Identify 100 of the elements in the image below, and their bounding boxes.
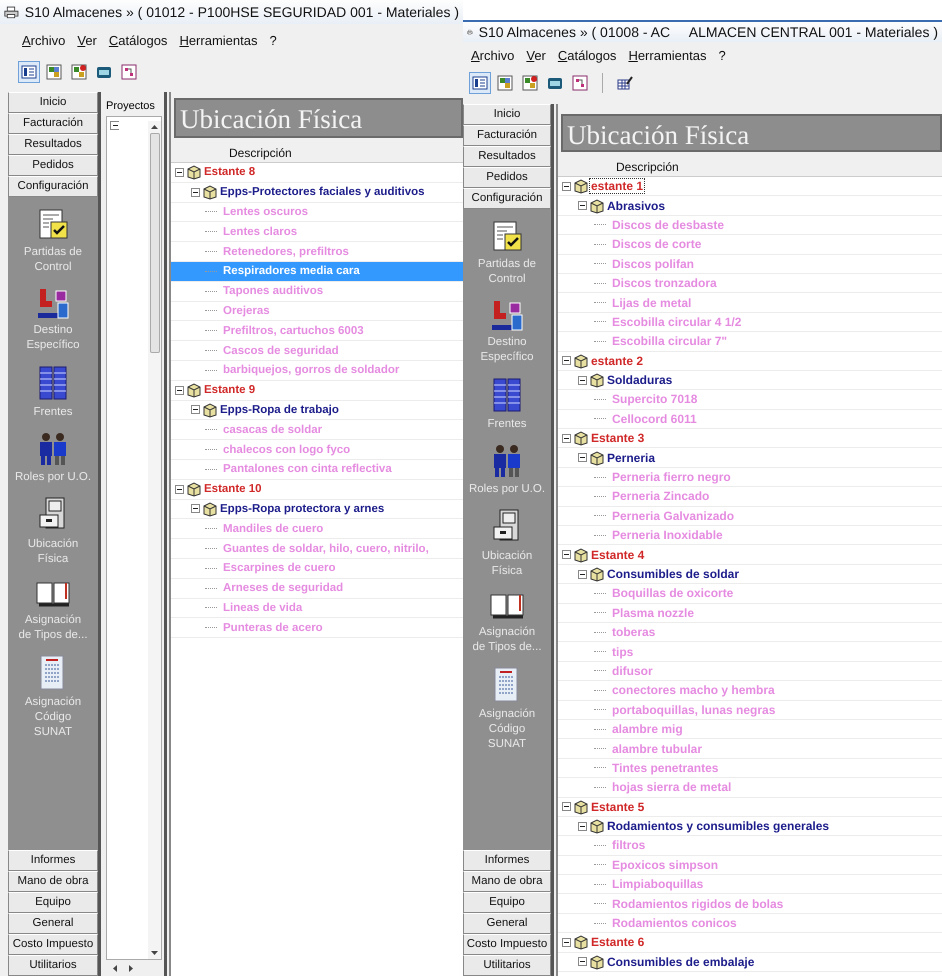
nav-item-label[interactable]: Destino Específico	[480, 335, 534, 365]
nav-button[interactable]: Costo Impuesto	[463, 934, 551, 955]
nav-button[interactable]: Utilitarios	[8, 955, 98, 976]
tree-item[interactable]: alambre tubular	[558, 739, 942, 759]
tree-item[interactable]: portaboquillas, lunas negras	[558, 700, 942, 720]
nav-button[interactable]: Facturación	[8, 113, 98, 134]
shelf-label[interactable]: Estante 8	[203, 166, 256, 178]
nav-button[interactable]: Informes	[463, 850, 551, 871]
collapse-icon[interactable]	[562, 182, 571, 191]
collapse-icon[interactable]	[191, 405, 200, 414]
tree-item[interactable]: Lijas de metal	[558, 293, 942, 313]
menu-item[interactable]: Archivo	[471, 48, 514, 62]
tree-item[interactable]: alambre mig	[558, 720, 942, 740]
tree-item[interactable]: Prefiltros, cartuchos 6003	[171, 321, 463, 342]
nav-item-label[interactable]: Asignación Código SUNAT	[24, 695, 82, 740]
tree-item[interactable]: hojas sierra de metal	[558, 778, 942, 798]
clipboard-check-icon[interactable]	[38, 209, 68, 241]
collapse-icon[interactable]	[110, 121, 119, 130]
collapse-icon[interactable]	[578, 201, 587, 210]
nav-item-label[interactable]: Asignación de Tipos de...	[472, 625, 542, 655]
collapse-icon[interactable]	[578, 376, 587, 385]
tree-item[interactable]: Lentes claros	[171, 222, 463, 242]
tree-item[interactable]: conectores macho y hembra	[558, 681, 942, 701]
nav-item-label[interactable]: Ubicación Física	[482, 549, 532, 579]
nav-button[interactable]: Pedidos	[463, 167, 551, 188]
collapse-icon[interactable]	[562, 550, 571, 560]
menu-item[interactable]: Herramientas	[628, 48, 706, 62]
menu-item[interactable]: Herramientas	[179, 32, 258, 48]
nav-button[interactable]: Equipo	[463, 892, 551, 913]
tree-item[interactable]: Discos tronzadora	[558, 274, 942, 294]
nav-button[interactable]: Mano de obra	[8, 871, 98, 892]
category-label[interactable]: Perneria	[606, 450, 656, 465]
menu-item[interactable]: Archivo	[22, 32, 66, 48]
tree-item[interactable]: Limpiaboquillas	[558, 875, 942, 894]
tree-item[interactable]: tips	[558, 642, 942, 662]
tree-item[interactable]: chalecos con logo fyco	[171, 440, 463, 460]
tree-item[interactable]: Discos polifan	[558, 254, 942, 274]
tree-item[interactable]: Respiradores media cara	[171, 262, 463, 282]
nav-item-label[interactable]: Frentes	[488, 417, 526, 432]
toolbar-button[interactable]	[469, 72, 491, 94]
tree-item[interactable]: Pantalones con cinta reflectiva	[171, 460, 463, 480]
toolbar-button[interactable]	[18, 61, 40, 83]
tree-item[interactable]: Rodamientos conicos	[558, 914, 942, 934]
shelf-label[interactable]: Estante 5	[590, 800, 646, 814]
tree-item[interactable]: casacas de soldar	[171, 420, 463, 440]
tree-item[interactable]: Rodamientos rigidos de bolas	[558, 894, 942, 914]
category-label[interactable]: Rodamientos y consumibles generales	[606, 819, 830, 834]
shelf-label[interactable]: Estante 10	[203, 483, 263, 496]
menu-item[interactable]: Ver	[526, 48, 546, 62]
nav-item-label[interactable]: Roles por U.O.	[14, 470, 92, 485]
nav-button[interactable]: Mano de obra	[463, 871, 551, 892]
shelf-label[interactable]: Estante 6	[590, 935, 646, 950]
nav-button[interactable]: Resultados	[8, 134, 98, 155]
collapse-icon[interactable]	[578, 453, 587, 462]
menu-item[interactable]: Catálogos	[558, 48, 616, 62]
menu-item[interactable]: ?	[269, 32, 277, 48]
menu-item[interactable]: Catálogos	[108, 32, 168, 48]
shelf-label[interactable]: Estante 4	[590, 548, 646, 562]
tree-item[interactable]: Escarpines de cuero	[171, 558, 463, 579]
category-label[interactable]: Abrasivos	[606, 198, 666, 213]
tree-item[interactable]: Escobilla circular 4 1/2	[558, 312, 942, 332]
tree-item[interactable]: Lentes oscuros	[171, 202, 463, 222]
shelf-label[interactable]: Estante 3	[590, 431, 646, 446]
nav-button[interactable]: Utilitarios	[463, 955, 551, 976]
tree-item[interactable]: Arneses de seguridad	[171, 578, 463, 599]
tree-item[interactable]: Mandiles de cuero	[171, 519, 463, 540]
category-label[interactable]: Epps-Protectores faciales y auditivos	[219, 186, 426, 198]
nav-button[interactable]: Resultados	[463, 146, 551, 167]
nav-button[interactable]: Informes	[8, 850, 98, 871]
blocks-icon[interactable]	[490, 299, 524, 331]
collapse-icon[interactable]	[175, 484, 184, 494]
tree-item[interactable]: filtros	[558, 836, 942, 856]
scroll-down-icon[interactable]	[150, 950, 159, 956]
vertical-scrollbar[interactable]	[148, 121, 161, 959]
clipboard-check-icon[interactable]	[492, 221, 522, 253]
shelf-label[interactable]: estante 1	[590, 179, 644, 194]
nav-item-label[interactable]: Asignación de Tipos de...	[18, 613, 88, 643]
nav-button[interactable]: Pedidos	[8, 155, 98, 176]
tree-item[interactable]: barbiquejos, gorros de soldador	[171, 360, 463, 381]
brick-wall-icon[interactable]	[38, 365, 68, 401]
tree-item[interactable]: Perneria Zincado	[558, 487, 942, 507]
nav-item-label[interactable]: Destino Específico	[26, 323, 80, 353]
tree-item[interactable]: Punteras de acero	[171, 618, 463, 638]
shelf-label[interactable]: estante 2	[590, 354, 644, 368]
collapse-icon[interactable]	[562, 938, 571, 947]
tree-item[interactable]: Epoxicos simpson	[558, 856, 942, 876]
nav-item-label[interactable]: Partidas de Control	[24, 245, 82, 275]
collapse-icon[interactable]	[578, 570, 587, 578]
menu-item[interactable]: Ver	[77, 32, 97, 48]
scroll-right-icon[interactable]	[128, 964, 134, 972]
collapse-icon[interactable]	[562, 356, 571, 366]
tree-item[interactable]: Boquillas de oxicorte	[558, 584, 942, 604]
tree-item[interactable]: Cascos de seguridad	[171, 341, 463, 361]
tree-item[interactable]: Escobilla circular 7"	[558, 332, 942, 352]
scroll-left-icon[interactable]	[112, 964, 118, 972]
scroll-up-icon[interactable]	[150, 124, 159, 130]
tree-item[interactable]: Cellocord 6011	[558, 410, 942, 430]
collapse-icon[interactable]	[562, 802, 571, 812]
nav-button[interactable]: Inicio	[8, 92, 98, 113]
nav-button[interactable]: Configuración	[463, 188, 551, 209]
